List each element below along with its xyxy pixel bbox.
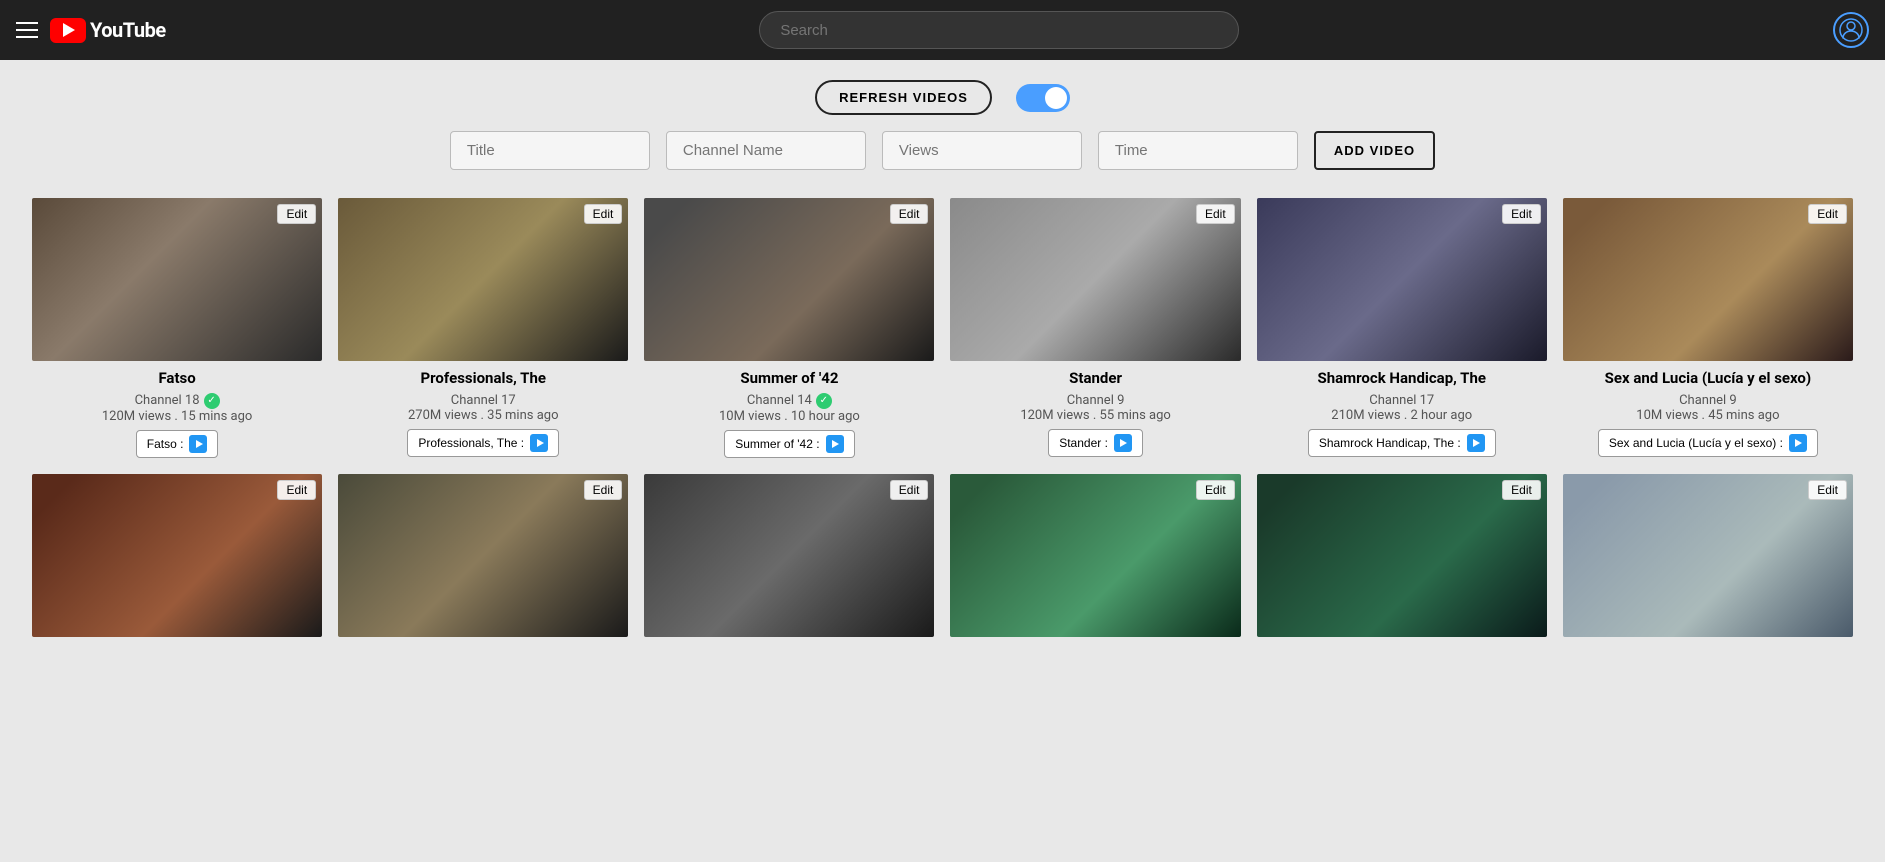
- video-link-button[interactable]: Stander :: [1048, 429, 1143, 457]
- video-thumbnail: Edit: [338, 198, 628, 361]
- time-filter-input[interactable]: [1098, 131, 1298, 170]
- video-thumbnail: Edit: [950, 474, 1240, 637]
- video-card: Edit: [330, 466, 636, 645]
- video-card: Edit Shamrock Handicap, The Channel 17210M…: [1249, 190, 1555, 466]
- edit-button[interactable]: Edit: [277, 204, 316, 224]
- video-meta: 210M views . 2 hour ago: [1331, 408, 1472, 423]
- video-card: Edit: [636, 466, 942, 645]
- title-filter-input[interactable]: [450, 131, 650, 170]
- views-filter-input[interactable]: [882, 131, 1082, 170]
- video-channel: Channel 17: [451, 393, 516, 408]
- video-card: Edit Summer of '42 Channel 14✓10M views . …: [636, 190, 942, 466]
- video-card: Edit Sex and Lucia (Lucía y el sexo) Chann…: [1555, 190, 1861, 466]
- channel-filter-input[interactable]: [666, 131, 866, 170]
- video-thumbnail: Edit: [32, 474, 322, 637]
- video-link-button[interactable]: Fatso :: [136, 430, 219, 458]
- edit-button[interactable]: Edit: [890, 480, 929, 500]
- video-link-button[interactable]: Sex and Lucia (Lucía y el sexo) :: [1598, 429, 1818, 457]
- video-link-button[interactable]: Shamrock Handicap, The :: [1308, 429, 1496, 457]
- toggle-slider: [1016, 84, 1070, 112]
- edit-button[interactable]: Edit: [1196, 204, 1235, 224]
- video-channel: Channel 17: [1369, 393, 1434, 408]
- user-icon: [1839, 18, 1863, 42]
- youtube-logo[interactable]: YouTube: [50, 18, 166, 43]
- video-card: Edit Stander Channel 9120M views . 55 mins…: [942, 190, 1248, 466]
- video-channel: Channel 14✓: [747, 393, 832, 409]
- verified-icon: ✓: [816, 393, 832, 409]
- edit-button[interactable]: Edit: [584, 480, 623, 500]
- video-link-button[interactable]: Summer of '42 :: [724, 430, 854, 458]
- youtube-icon: [50, 18, 86, 43]
- refresh-videos-button[interactable]: REFRESH VIDEOS: [815, 80, 992, 115]
- video-card: Edit: [942, 466, 1248, 645]
- video-card: Edit Professionals, The Channel 17270M vie…: [330, 190, 636, 466]
- video-thumbnail: Edit: [1257, 474, 1547, 637]
- video-meta: 10M views . 45 mins ago: [1636, 408, 1779, 423]
- edit-button[interactable]: Edit: [277, 480, 316, 500]
- edit-button[interactable]: Edit: [1808, 480, 1847, 500]
- verified-icon: ✓: [204, 393, 220, 409]
- video-title: Shamrock Handicap, The: [1317, 369, 1486, 389]
- video-thumbnail: Edit: [644, 474, 934, 637]
- video-thumbnail: Edit: [338, 474, 628, 637]
- video-channel: Channel 9: [1679, 393, 1737, 408]
- video-meta: 120M views . 15 mins ago: [102, 409, 253, 424]
- edit-button[interactable]: Edit: [584, 204, 623, 224]
- play-icon: [1467, 434, 1485, 452]
- video-meta: 120M views . 55 mins ago: [1020, 408, 1171, 423]
- video-thumbnail: Edit: [1563, 198, 1853, 361]
- play-icon: [1789, 434, 1807, 452]
- play-icon: [1114, 434, 1132, 452]
- video-thumbnail: Edit: [644, 198, 934, 361]
- edit-button[interactable]: Edit: [1808, 204, 1847, 224]
- video-card: Edit: [1555, 466, 1861, 645]
- youtube-text: YouTube: [90, 18, 166, 42]
- edit-button[interactable]: Edit: [1196, 480, 1235, 500]
- play-icon: [189, 435, 207, 453]
- edit-button[interactable]: Edit: [1502, 480, 1541, 500]
- theme-toggle[interactable]: [1016, 84, 1070, 112]
- controls-bar: REFRESH VIDEOS: [0, 60, 1885, 131]
- header-center: [166, 11, 1833, 49]
- play-icon: [530, 434, 548, 452]
- video-thumbnail: Edit: [32, 198, 322, 361]
- avatar-button[interactable]: [1833, 12, 1869, 48]
- video-thumbnail: Edit: [1563, 474, 1853, 637]
- video-title: Stander: [1069, 369, 1122, 389]
- toggle-wrap: [1016, 84, 1070, 112]
- header: YouTube: [0, 0, 1885, 60]
- edit-button[interactable]: Edit: [1502, 204, 1541, 224]
- video-card: Edit: [24, 466, 330, 645]
- video-card: Edit Fatso Channel 18✓120M views . 15 mins…: [24, 190, 330, 466]
- video-thumbnail: Edit: [1257, 198, 1547, 361]
- header-left: YouTube: [16, 18, 166, 43]
- play-icon: [826, 435, 844, 453]
- video-channel: Channel 18✓: [135, 393, 220, 409]
- video-title: Sex and Lucia (Lucía y el sexo): [1605, 369, 1811, 389]
- hamburger-menu[interactable]: [16, 22, 38, 38]
- video-card: Edit: [1249, 466, 1555, 645]
- video-grid: Edit Fatso Channel 18✓120M views . 15 mins…: [0, 190, 1885, 645]
- video-meta: 10M views . 10 hour ago: [719, 409, 860, 424]
- add-video-button[interactable]: ADD VIDEO: [1314, 131, 1435, 170]
- edit-button[interactable]: Edit: [890, 204, 929, 224]
- video-channel: Channel 9: [1067, 393, 1125, 408]
- video-title: Fatso: [158, 369, 195, 389]
- header-right: [1833, 12, 1869, 48]
- video-title: Professionals, The: [421, 369, 546, 389]
- filter-row: ADD VIDEO: [0, 131, 1885, 190]
- video-meta: 270M views . 35 mins ago: [408, 408, 559, 423]
- search-input[interactable]: [759, 11, 1239, 49]
- video-title: Summer of '42: [740, 369, 838, 389]
- video-link-button[interactable]: Professionals, The :: [407, 429, 559, 457]
- video-thumbnail: Edit: [950, 198, 1240, 361]
